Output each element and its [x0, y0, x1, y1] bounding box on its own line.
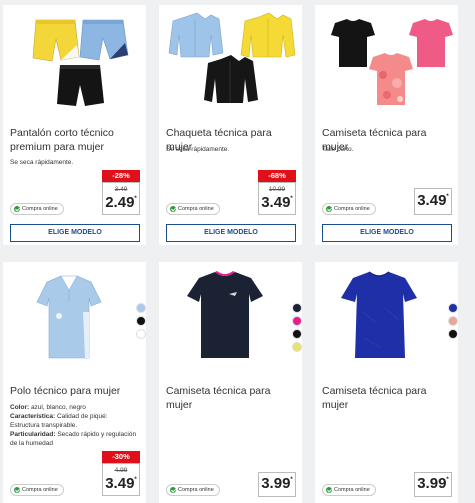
product-image[interactable]	[159, 262, 302, 372]
product-attributes: Color: azul, blanco, negro Característic…	[10, 403, 138, 448]
choose-model-button[interactable]: ELIGE MODELO	[166, 224, 296, 242]
product-title[interactable]: Camiseta técnica para mujer	[166, 384, 296, 412]
product-card[interactable]: Camiseta técnica para mujer Talle corto.…	[315, 5, 458, 245]
product-image[interactable]	[3, 5, 146, 115]
current-price: 3.49*	[417, 192, 449, 209]
old-price: 4.99	[114, 467, 128, 474]
product-title[interactable]: Pantalón corto técnico premium para muje…	[10, 126, 140, 154]
product-image[interactable]	[3, 262, 146, 372]
color-swatch[interactable]	[136, 316, 146, 326]
price-box: 3.49*	[414, 188, 452, 215]
attribute-particularity: Particularidad: Secado rápido y regulaci…	[10, 431, 137, 447]
choose-model-button[interactable]: ELIGE MODELO	[10, 224, 140, 242]
product-card[interactable]: Pantalón corto técnico premium para muje…	[3, 5, 146, 245]
old-price: 10.99	[268, 186, 286, 193]
price-box: 3.49 2.49*	[102, 182, 140, 215]
discount-badge: -30%	[102, 451, 140, 463]
current-price: 3.99*	[417, 475, 449, 492]
product-title[interactable]: Camiseta técnica para mujer	[322, 384, 452, 412]
price-box: 4.99 3.49*	[102, 463, 140, 496]
color-swatch[interactable]	[292, 316, 302, 326]
check-icon	[170, 487, 176, 493]
online-badge: Compra online	[322, 484, 376, 496]
online-badge: Compra online	[166, 203, 220, 215]
online-badge: Compra online	[10, 203, 64, 215]
current-price: 2.49*	[105, 194, 137, 211]
check-icon	[170, 206, 176, 212]
discount-badge: -68%	[258, 170, 296, 182]
current-price: 3.49*	[105, 475, 137, 492]
check-icon	[14, 487, 20, 493]
check-icon	[14, 206, 20, 212]
product-card[interactable]: Polo técnico para mujer Color: azul, bla…	[3, 262, 146, 503]
online-badge: Compra online	[10, 484, 64, 496]
product-image[interactable]	[315, 5, 458, 115]
color-swatch[interactable]	[292, 303, 302, 313]
check-icon	[326, 206, 332, 212]
discount-badge: -28%	[102, 170, 140, 182]
price-box: 3.99*	[258, 472, 296, 497]
color-swatch[interactable]	[448, 316, 458, 326]
color-swatch[interactable]	[448, 329, 458, 339]
online-badge: Compra online	[166, 484, 220, 496]
color-swatch[interactable]	[136, 329, 146, 339]
product-card[interactable]: Chaqueta técnica para mujer Se seca rápi…	[159, 5, 302, 245]
price-box: 3.99*	[414, 472, 452, 497]
product-subtitle: Se seca rápidamente.	[166, 146, 230, 153]
product-subtitle: Se seca rápidamente.	[10, 159, 74, 166]
color-swatch[interactable]	[292, 342, 302, 352]
attribute-feature: Característica: Calidad de piqué: Estruc…	[10, 413, 108, 429]
check-icon	[326, 487, 332, 493]
product-subtitle: Talle corto.	[322, 146, 354, 153]
current-price: 3.99*	[261, 475, 293, 492]
online-badge: Compra online	[322, 203, 376, 215]
color-swatch[interactable]	[448, 303, 458, 313]
attribute-color: Color: azul, blanco, negro	[10, 404, 86, 411]
product-title[interactable]: Polo técnico para mujer	[10, 384, 140, 398]
color-swatch[interactable]	[136, 303, 146, 313]
product-card[interactable]: Camiseta técnica para mujer 3.99* Compra…	[159, 262, 302, 503]
price-box: 10.99 3.49*	[258, 182, 296, 215]
choose-model-button[interactable]: ELIGE MODELO	[322, 224, 452, 242]
current-price: 3.49*	[261, 194, 293, 211]
color-swatch[interactable]	[292, 329, 302, 339]
product-image[interactable]	[159, 5, 302, 115]
product-image[interactable]	[315, 262, 458, 372]
product-card[interactable]: Camiseta técnica para mujer 3.99* Compra…	[315, 262, 458, 503]
old-price: 3.49	[114, 186, 128, 193]
